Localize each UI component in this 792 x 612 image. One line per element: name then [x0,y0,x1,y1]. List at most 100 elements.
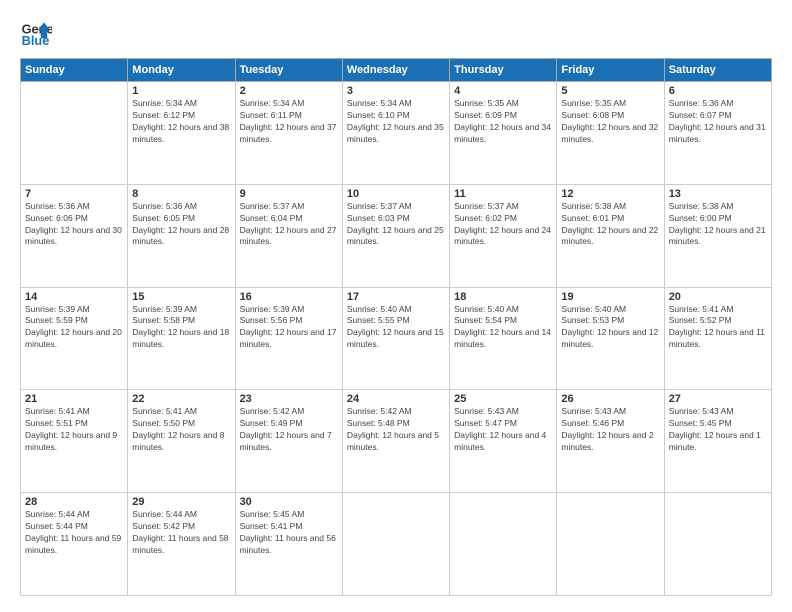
calendar-cell: 17 Sunrise: 5:40 AM Sunset: 5:55 PM Dayl… [342,287,449,390]
day-number: 8 [132,188,230,200]
day-info: Sunrise: 5:43 AM Sunset: 5:45 PM Dayligh… [669,406,767,454]
day-info: Sunrise: 5:38 AM Sunset: 6:01 PM Dayligh… [561,201,659,249]
calendar-cell: 8 Sunrise: 5:36 AM Sunset: 6:05 PM Dayli… [128,184,235,287]
day-number: 12 [561,188,659,200]
calendar-cell: 21 Sunrise: 5:41 AM Sunset: 5:51 PM Dayl… [21,390,128,493]
logo: General Blue [20,16,56,48]
calendar-cell: 10 Sunrise: 5:37 AM Sunset: 6:03 PM Dayl… [342,184,449,287]
day-number: 11 [454,188,552,200]
day-number: 15 [132,291,230,303]
calendar-cell: 25 Sunrise: 5:43 AM Sunset: 5:47 PM Dayl… [450,390,557,493]
calendar-cell: 19 Sunrise: 5:40 AM Sunset: 5:53 PM Dayl… [557,287,664,390]
weekday-header-wednesday: Wednesday [342,59,449,82]
weekday-header-thursday: Thursday [450,59,557,82]
calendar-cell [557,493,664,596]
day-info: Sunrise: 5:38 AM Sunset: 6:00 PM Dayligh… [669,201,767,249]
day-info: Sunrise: 5:40 AM Sunset: 5:53 PM Dayligh… [561,304,659,352]
day-info: Sunrise: 5:41 AM Sunset: 5:50 PM Dayligh… [132,406,230,454]
calendar-cell: 26 Sunrise: 5:43 AM Sunset: 5:46 PM Dayl… [557,390,664,493]
calendar-cell [21,82,128,185]
calendar-cell: 5 Sunrise: 5:35 AM Sunset: 6:08 PM Dayli… [557,82,664,185]
day-info: Sunrise: 5:37 AM Sunset: 6:03 PM Dayligh… [347,201,445,249]
logo-icon: General Blue [20,16,52,48]
day-number: 28 [25,496,123,508]
day-info: Sunrise: 5:35 AM Sunset: 6:09 PM Dayligh… [454,98,552,146]
day-number: 21 [25,393,123,405]
day-info: Sunrise: 5:39 AM Sunset: 5:59 PM Dayligh… [25,304,123,352]
day-info: Sunrise: 5:43 AM Sunset: 5:46 PM Dayligh… [561,406,659,454]
calendar-cell: 23 Sunrise: 5:42 AM Sunset: 5:49 PM Dayl… [235,390,342,493]
weekday-header-saturday: Saturday [664,59,771,82]
calendar-table: SundayMondayTuesdayWednesdayThursdayFrid… [20,58,772,596]
calendar-cell: 15 Sunrise: 5:39 AM Sunset: 5:58 PM Dayl… [128,287,235,390]
day-info: Sunrise: 5:36 AM Sunset: 6:06 PM Dayligh… [25,201,123,249]
weekday-header-monday: Monday [128,59,235,82]
calendar-cell: 18 Sunrise: 5:40 AM Sunset: 5:54 PM Dayl… [450,287,557,390]
day-number: 26 [561,393,659,405]
calendar-cell: 9 Sunrise: 5:37 AM Sunset: 6:04 PM Dayli… [235,184,342,287]
day-number: 14 [25,291,123,303]
weekday-header-friday: Friday [557,59,664,82]
day-number: 5 [561,85,659,97]
day-info: Sunrise: 5:44 AM Sunset: 5:44 PM Dayligh… [25,509,123,557]
calendar-cell: 2 Sunrise: 5:34 AM Sunset: 6:11 PM Dayli… [235,82,342,185]
day-info: Sunrise: 5:36 AM Sunset: 6:05 PM Dayligh… [132,201,230,249]
day-number: 19 [561,291,659,303]
day-number: 20 [669,291,767,303]
day-number: 24 [347,393,445,405]
calendar-cell: 14 Sunrise: 5:39 AM Sunset: 5:59 PM Dayl… [21,287,128,390]
day-number: 6 [669,85,767,97]
day-number: 13 [669,188,767,200]
day-info: Sunrise: 5:34 AM Sunset: 6:12 PM Dayligh… [132,98,230,146]
day-info: Sunrise: 5:41 AM Sunset: 5:52 PM Dayligh… [669,304,767,352]
day-number: 1 [132,85,230,97]
day-info: Sunrise: 5:42 AM Sunset: 5:49 PM Dayligh… [240,406,338,454]
calendar-cell: 27 Sunrise: 5:43 AM Sunset: 5:45 PM Dayl… [664,390,771,493]
day-number: 22 [132,393,230,405]
day-number: 27 [669,393,767,405]
day-number: 16 [240,291,338,303]
day-number: 4 [454,85,552,97]
day-number: 30 [240,496,338,508]
calendar-cell: 16 Sunrise: 5:39 AM Sunset: 5:56 PM Dayl… [235,287,342,390]
day-number: 10 [347,188,445,200]
day-info: Sunrise: 5:37 AM Sunset: 6:02 PM Dayligh… [454,201,552,249]
day-info: Sunrise: 5:36 AM Sunset: 6:07 PM Dayligh… [669,98,767,146]
day-number: 7 [25,188,123,200]
calendar-cell: 24 Sunrise: 5:42 AM Sunset: 5:48 PM Dayl… [342,390,449,493]
day-number: 9 [240,188,338,200]
calendar-cell: 4 Sunrise: 5:35 AM Sunset: 6:09 PM Dayli… [450,82,557,185]
calendar-cell [664,493,771,596]
day-info: Sunrise: 5:45 AM Sunset: 5:41 PM Dayligh… [240,509,338,557]
weekday-header-tuesday: Tuesday [235,59,342,82]
day-number: 25 [454,393,552,405]
calendar-cell [342,493,449,596]
calendar-cell: 13 Sunrise: 5:38 AM Sunset: 6:00 PM Dayl… [664,184,771,287]
calendar-cell: 30 Sunrise: 5:45 AM Sunset: 5:41 PM Dayl… [235,493,342,596]
calendar-cell: 7 Sunrise: 5:36 AM Sunset: 6:06 PM Dayli… [21,184,128,287]
day-info: Sunrise: 5:37 AM Sunset: 6:04 PM Dayligh… [240,201,338,249]
day-info: Sunrise: 5:41 AM Sunset: 5:51 PM Dayligh… [25,406,123,454]
calendar-cell [450,493,557,596]
calendar-cell: 3 Sunrise: 5:34 AM Sunset: 6:10 PM Dayli… [342,82,449,185]
day-info: Sunrise: 5:43 AM Sunset: 5:47 PM Dayligh… [454,406,552,454]
calendar-cell: 1 Sunrise: 5:34 AM Sunset: 6:12 PM Dayli… [128,82,235,185]
day-number: 18 [454,291,552,303]
day-number: 23 [240,393,338,405]
page: General Blue SundayMondayTuesdayWednesda… [0,0,792,612]
calendar-cell: 29 Sunrise: 5:44 AM Sunset: 5:42 PM Dayl… [128,493,235,596]
day-number: 29 [132,496,230,508]
calendar-cell: 12 Sunrise: 5:38 AM Sunset: 6:01 PM Dayl… [557,184,664,287]
day-info: Sunrise: 5:44 AM Sunset: 5:42 PM Dayligh… [132,509,230,557]
header: General Blue [20,16,772,48]
day-info: Sunrise: 5:40 AM Sunset: 5:55 PM Dayligh… [347,304,445,352]
calendar-cell: 20 Sunrise: 5:41 AM Sunset: 5:52 PM Dayl… [664,287,771,390]
day-info: Sunrise: 5:34 AM Sunset: 6:10 PM Dayligh… [347,98,445,146]
day-info: Sunrise: 5:39 AM Sunset: 5:56 PM Dayligh… [240,304,338,352]
day-number: 2 [240,85,338,97]
calendar-cell: 11 Sunrise: 5:37 AM Sunset: 6:02 PM Dayl… [450,184,557,287]
calendar-cell: 6 Sunrise: 5:36 AM Sunset: 6:07 PM Dayli… [664,82,771,185]
day-info: Sunrise: 5:40 AM Sunset: 5:54 PM Dayligh… [454,304,552,352]
calendar-cell: 22 Sunrise: 5:41 AM Sunset: 5:50 PM Dayl… [128,390,235,493]
day-info: Sunrise: 5:39 AM Sunset: 5:58 PM Dayligh… [132,304,230,352]
